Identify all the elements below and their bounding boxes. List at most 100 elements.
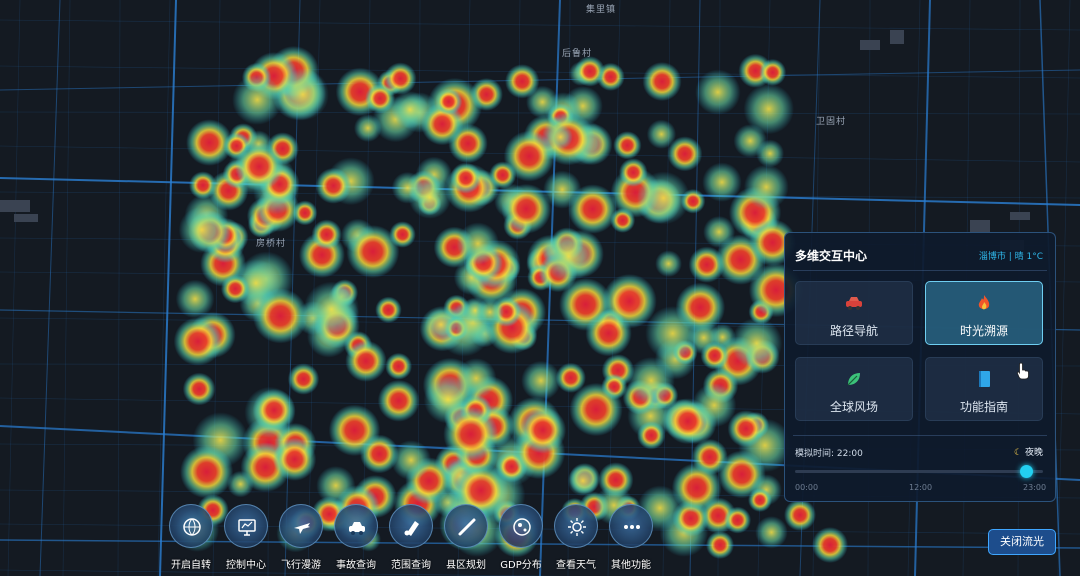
heat-blob	[276, 68, 329, 121]
heat-blob	[521, 360, 561, 401]
route-navigation-tile[interactable]: 路径导航	[795, 281, 913, 345]
heat-blob	[731, 317, 783, 369]
fly-roam-button[interactable]: 飞行漫游	[273, 504, 329, 574]
moon-icon: ☾	[1014, 448, 1023, 458]
heat-blob	[759, 58, 787, 86]
heat-blob	[548, 124, 573, 150]
panel-title: 多维交互中心	[795, 249, 868, 263]
heat-blob	[569, 382, 623, 437]
bottom-toolbar: 开启自转 控制中心 飞行漫游 事故查询 范围查询 县区规划 GDP分布 查看天气…	[160, 500, 670, 576]
heat-blob	[346, 225, 400, 279]
heat-blob	[585, 310, 632, 357]
map-label-village-top: 后鲁村	[562, 49, 593, 59]
heat-blob	[345, 340, 387, 382]
tile-label: 路径导航	[829, 324, 878, 338]
heat-blob	[456, 222, 500, 265]
building-block	[0, 200, 30, 212]
heat-blob	[435, 87, 463, 116]
leaf-icon	[796, 370, 912, 388]
time-slider-track[interactable]	[795, 470, 1043, 473]
monitor-icon	[224, 504, 268, 548]
more-icon	[609, 504, 653, 548]
heat-blob	[311, 219, 342, 250]
ruler-icon	[444, 504, 488, 548]
tick-end: 23:00	[1023, 483, 1047, 492]
heat-blob	[784, 499, 816, 531]
heat-blob	[273, 437, 317, 481]
heat-blob	[700, 341, 729, 370]
close-flow-light-button[interactable]: 关闭流光	[988, 529, 1056, 555]
range-icon	[389, 504, 433, 548]
gdp-distribution-button[interactable]: GDP分布	[493, 504, 549, 574]
view-weather-button[interactable]: 查看天气	[548, 504, 604, 574]
panel-divider	[793, 270, 1047, 271]
time-trace-tile[interactable]: 时光溯源	[925, 281, 1043, 345]
control-center-button[interactable]: 控制中心	[218, 504, 274, 574]
heat-blob	[385, 352, 413, 380]
tool-label: 其他功能	[611, 560, 651, 571]
map-label-town: 集里镇	[586, 5, 617, 15]
building-block	[970, 220, 990, 232]
mode-label: 夜晚	[1024, 448, 1043, 458]
heat-blob	[627, 356, 675, 405]
car-icon	[796, 294, 912, 312]
rotate-globe-icon	[169, 504, 213, 548]
heat-blob	[391, 91, 429, 129]
building-block	[14, 214, 38, 222]
heat-blob	[543, 230, 595, 282]
heat-blob	[315, 167, 352, 204]
location-weather: 淄博市 | 晴 1°C	[978, 252, 1043, 262]
heat-blob	[232, 74, 283, 125]
building-block	[890, 30, 904, 44]
heat-blob	[489, 161, 517, 189]
heat-blob	[353, 114, 382, 142]
hand-cursor-icon	[1016, 362, 1029, 380]
flame-icon	[926, 294, 1042, 312]
heat-blob	[519, 406, 567, 454]
time-slider-thumb[interactable]	[1020, 465, 1033, 478]
global-wind-tile[interactable]: 全球风场	[795, 357, 913, 421]
plane-icon	[279, 504, 323, 548]
heat-blob	[748, 488, 772, 512]
heat-blob	[667, 136, 703, 172]
heat-blob	[702, 162, 742, 202]
heat-blob	[733, 124, 767, 158]
globe-icon	[499, 504, 543, 548]
heat-blob	[655, 250, 682, 278]
heat-blob	[234, 142, 284, 191]
heat-blob	[706, 531, 734, 559]
accident-query-button[interactable]: 事故查询	[328, 504, 384, 574]
map-label-village-right: 卫固村	[816, 117, 847, 127]
heat-blob	[743, 164, 789, 210]
heat-blob	[178, 206, 226, 254]
heat-blob	[645, 306, 701, 361]
building-block	[860, 40, 880, 50]
heat-blob	[567, 465, 599, 497]
heat-blob	[727, 410, 765, 448]
tick-start: 00:00	[795, 483, 819, 492]
car-accident-icon	[334, 504, 378, 548]
heat-blob	[173, 317, 223, 366]
heat-blob	[724, 506, 752, 534]
heat-blob	[180, 445, 234, 499]
heat-blob	[812, 527, 848, 563]
heat-blob	[475, 298, 505, 327]
heat-blob	[642, 62, 682, 102]
heat-blob	[287, 363, 320, 395]
other-functions-button[interactable]: 其他功能	[603, 504, 659, 574]
heat-blob	[377, 379, 420, 422]
heat-blob	[391, 440, 432, 481]
sim-time-label: 模拟时间: 22:00	[795, 449, 863, 459]
heat-blob	[695, 69, 741, 115]
heat-blob	[613, 131, 642, 160]
map-label-village-left: 房桥村	[256, 239, 287, 249]
auto-rotate-button[interactable]: 开启自转	[163, 504, 219, 574]
tick-middle: 12:00	[909, 483, 933, 492]
county-planning-button[interactable]: 县区规划	[438, 504, 494, 574]
tile-label: 时光溯源	[959, 324, 1008, 338]
panel-divider-2	[793, 435, 1047, 436]
tile-label: 功能指南	[959, 400, 1008, 414]
range-query-button[interactable]: 范围查询	[383, 504, 439, 574]
heat-blob	[182, 372, 216, 406]
heat-blob	[680, 188, 706, 214]
